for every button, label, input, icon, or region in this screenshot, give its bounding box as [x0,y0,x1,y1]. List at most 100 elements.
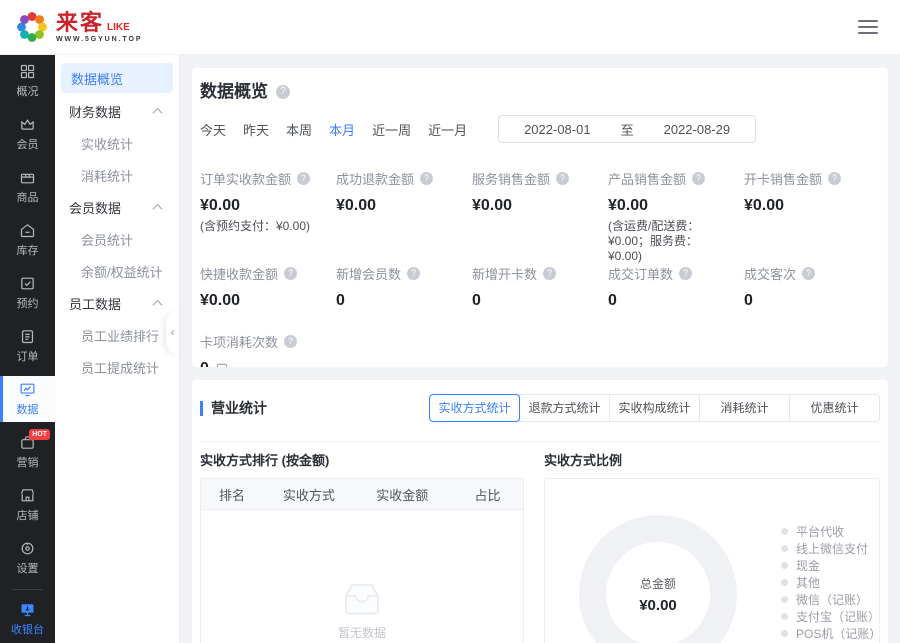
sidebar-item-members[interactable]: 会员 [0,111,55,157]
stat-note: (含预约支付：¥0.00) [200,219,336,234]
legend-item[interactable]: 微信（记账） [781,591,879,608]
overview-card: 数据概览 今天 昨天 本周 本月 近一周 近一月 2022-08-01 至 20… [192,68,888,367]
stat-quick-payment: 快捷收款金额 ¥0.00 [200,264,336,332]
stat-label: 产品销售金额 [608,169,686,188]
sidebar-item-products[interactable]: 商品 [0,164,55,210]
help-icon[interactable] [679,267,692,280]
sidebar-item-label: 店铺 [17,507,39,523]
submenu-label: 员工提成统计 [81,358,159,377]
top-bar: 来客 LIKE WWW.5GYUN.TOP [0,0,900,55]
ranking-table-empty: 暂无数据 [201,510,523,643]
ranking-table: 排名 实收方式 实收金额 占比 暂无数据 [200,478,524,643]
tab-refund-method-stats[interactable]: 退款方式统计 [519,394,610,422]
sidebar-item-label: 商品 [17,189,39,205]
help-icon[interactable] [284,267,297,280]
tab-discount-stats[interactable]: 优惠统计 [789,394,880,422]
stat-value: ¥0.00 [200,292,336,310]
legend-label: 支付宝（记账） [796,608,879,625]
legend-label: 其他 [796,574,820,591]
legend-dot [781,528,788,535]
filter-last-month[interactable]: 近一月 [428,120,467,139]
sidebar-item-orders[interactable]: 订单 [0,323,55,369]
stat-value: ¥0.00 [608,197,744,215]
sidebar-item-label: 营销 [17,454,39,470]
stat-note: (含运费/配送费：¥0.00；服务费：¥0.00) [608,219,744,264]
submenu-item-data-overview[interactable]: 数据概览 [61,63,173,93]
sidebar-item-shop[interactable]: 店铺 [0,482,55,528]
submenu-group-staff-data[interactable]: 员工数据 [61,287,173,319]
submenu-item-income-stats[interactable]: 实收统计 [61,127,173,159]
detail-list-icon[interactable] [215,362,229,367]
stat-label: 快捷收款金额 [200,264,278,283]
chevron-up-icon [153,107,163,117]
cash-register-icon [19,601,36,618]
tab-consumption-stats[interactable]: 消耗统计 [699,394,790,422]
stat-completed-orders: 成交订单数 0 [608,264,744,332]
empty-text: 暂无数据 [338,624,386,641]
crown-icon [19,116,36,133]
brand-domain: WWW.5GYUN.TOP [56,36,142,43]
chart-legend: 平台代收 线上微信支付 现金 其他 微信（记账） 支付宝（记账） POS机（记账… [781,523,879,643]
main-content: 数据概览 今天 昨天 本周 本月 近一周 近一月 2022-08-01 至 20… [180,55,900,643]
storefront-icon [19,487,36,504]
filter-this-week[interactable]: 本周 [286,120,312,139]
stat-value: ¥0.00 [200,197,336,215]
section-divider [200,441,880,442]
legend-item[interactable]: POS机（记账） [781,625,879,642]
donut-chart: 总金额 ¥0.00 平台代收 线上微信支付 现金 其他 微信（记账） 支付宝（ [544,478,880,643]
filter-last-week[interactable]: 近一周 [372,120,411,139]
legend-dot [781,613,788,620]
brand-logo[interactable]: 来客 LIKE WWW.5GYUN.TOP [14,9,142,45]
sidebar-divider [12,589,43,590]
help-icon[interactable] [543,267,556,280]
tab-payment-method-stats[interactable]: 实收方式统计 [429,394,520,422]
submenu-label: 实收统计 [81,134,133,153]
submenu-item-balance-rights-stats[interactable]: 余额/权益统计 [61,255,173,287]
help-icon[interactable] [276,85,290,99]
submenu-label: 数据概览 [71,69,123,88]
help-icon[interactable] [692,172,705,185]
stat-label: 卡项消耗次数 [200,332,278,351]
filter-this-month[interactable]: 本月 [329,120,355,139]
sidebar-item-settings[interactable]: 设置 [0,535,55,581]
sidebar-item-label: 订单 [17,348,39,364]
sidebar-item-inventory[interactable]: 库存 [0,217,55,263]
help-icon[interactable] [420,172,433,185]
legend-item[interactable]: 其他 [781,574,879,591]
sidebar-item-label: 概况 [17,83,39,99]
submenu-item-consumption-stats[interactable]: 消耗统计 [61,159,173,191]
help-icon[interactable] [284,335,297,348]
help-icon[interactable] [407,267,420,280]
submenu-item-staff-performance-rank[interactable]: 员工业绩排行 [61,319,173,351]
filter-yesterday[interactable]: 昨天 [243,120,269,139]
sidebar-item-data[interactable]: 数据 [0,376,55,422]
sidebar-item-cashier[interactable]: 收银台 [0,596,55,642]
submenu-item-member-stats[interactable]: 会员统计 [61,223,173,255]
sidebar-item-marketing[interactable]: HOT 营销 [0,429,55,475]
ranking-title: 实收方式排行 (按金额) [200,450,524,469]
legend-item[interactable]: 线上微信支付 [781,540,879,557]
submenu-label: 员工数据 [69,294,121,313]
date-start: 2022-08-01 [524,122,591,137]
tab-income-composition-stats[interactable]: 实收构成统计 [609,394,700,422]
submenu-group-member-data[interactable]: 会员数据 [61,191,173,223]
stat-value: 0 [744,292,880,310]
help-icon[interactable] [556,172,569,185]
date-range-picker[interactable]: 2022-08-01 至 2022-08-29 [498,115,756,143]
help-icon[interactable] [828,172,841,185]
legend-item[interactable]: 平台代收 [781,523,879,540]
stat-label: 新增会员数 [336,264,401,283]
sidebar-item-overview[interactable]: 概况 [0,58,55,104]
submenu-group-finance-data[interactable]: 财务数据 [61,95,173,127]
help-icon[interactable] [802,267,815,280]
legend-item[interactable]: 现金 [781,557,879,574]
menu-toggle-icon[interactable] [858,20,878,34]
sidebar-item-booking[interactable]: 预约 [0,270,55,316]
stat-card-sales: 开卡销售金额 ¥0.00 [744,169,880,264]
stat-value: ¥0.00 [336,197,472,215]
submenu-item-staff-commission-stats[interactable]: 员工提成统计 [61,351,173,383]
filter-today[interactable]: 今天 [200,120,226,139]
legend-item[interactable]: 支付宝（记账） [781,608,879,625]
sidebar-collapse-handle[interactable]: ‹ [166,310,179,354]
help-icon[interactable] [297,172,310,185]
